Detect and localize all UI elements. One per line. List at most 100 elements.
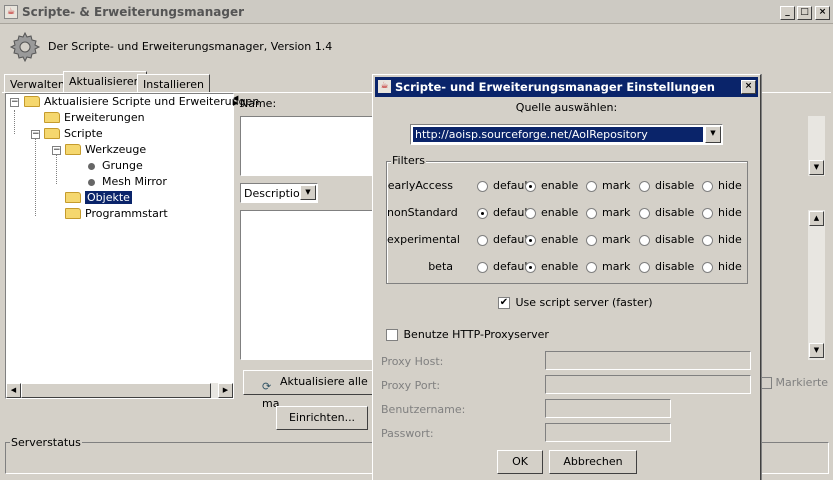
tree-item-erweiterungen[interactable]: Erweiterungen <box>44 110 145 126</box>
tree-item-scripte[interactable]: Scripte <box>44 126 103 142</box>
proxy-port-field[interactable] <box>545 375 751 394</box>
radio-beta-hide[interactable]: hide <box>702 260 742 274</box>
setup-button[interactable]: Einrichten... <box>276 406 368 430</box>
radio-button[interactable] <box>525 234 536 246</box>
tab-aktualisieren[interactable]: Aktualisieren <box>63 71 147 92</box>
radio-button[interactable] <box>586 234 597 246</box>
folder-icon <box>44 111 60 123</box>
scroll-down-icon[interactable]: ▼ <box>809 343 824 358</box>
radio-button[interactable] <box>702 261 713 273</box>
chevron-down-icon[interactable]: ▼ <box>300 185 316 200</box>
radio-experimental-enable[interactable]: enable <box>525 233 578 247</box>
radio-experimental-hide[interactable]: hide <box>702 233 742 247</box>
radio-button[interactable] <box>477 234 488 246</box>
radio-beta-enable[interactable]: enable <box>525 260 578 274</box>
proxy-host-field[interactable] <box>545 351 751 370</box>
radio-button[interactable] <box>525 207 536 219</box>
tree-item-grunge[interactable]: Grunge <box>88 158 143 174</box>
radio-button[interactable] <box>639 261 650 273</box>
window-title: Scripte- & Erweiterungsmanager <box>22 5 245 19</box>
tree-expander[interactable]: − <box>10 98 19 107</box>
radio-experimental-disable[interactable]: disable <box>639 233 694 247</box>
description-vscrollbar[interactable]: ▲ ▼ <box>808 210 825 360</box>
radio-button[interactable] <box>586 261 597 273</box>
tab-installieren[interactable]: Installieren <box>137 74 210 93</box>
folder-icon <box>65 143 81 155</box>
scroll-right-icon[interactable]: ▶ <box>218 383 233 398</box>
radio-nonStandard-mark[interactable]: mark <box>586 206 630 220</box>
radio-button[interactable] <box>702 180 713 192</box>
name-vscrollbar[interactable]: ▼ <box>808 116 825 176</box>
description-dropdown[interactable]: Description ▼ <box>240 183 318 203</box>
radio-experimental-default[interactable]: default <box>477 233 532 247</box>
radio-beta-mark[interactable]: mark <box>586 260 630 274</box>
password-field[interactable] <box>545 423 671 442</box>
tree-hscrollbar[interactable]: ◀ ▶ <box>6 383 233 398</box>
cancel-button[interactable]: Abbrechen <box>549 450 637 474</box>
name-area[interactable] <box>240 116 380 176</box>
description-area[interactable] <box>240 210 380 360</box>
ok-button[interactable]: OK <box>497 450 543 474</box>
radio-button[interactable] <box>639 180 650 192</box>
leaf-icon <box>88 178 95 186</box>
tree-item-programmstart[interactable]: Programmstart <box>65 206 168 222</box>
radio-button[interactable] <box>586 180 597 192</box>
username-field[interactable] <box>545 399 671 418</box>
radio-button[interactable] <box>702 207 713 219</box>
tree-item-mesh-mirror[interactable]: Mesh Mirror <box>88 174 167 190</box>
chevron-down-icon[interactable]: ▼ <box>705 126 721 143</box>
tree-expander[interactable]: − <box>31 130 40 139</box>
checkbox[interactable]: ✔ <box>498 297 510 309</box>
scroll-thumb[interactable] <box>21 383 211 398</box>
checkbox[interactable] <box>386 329 398 341</box>
radio-button[interactable] <box>525 261 536 273</box>
scroll-left-icon[interactable]: ◀ <box>6 383 21 398</box>
radio-nonStandard-disable[interactable]: disable <box>639 206 694 220</box>
radio-button[interactable] <box>477 207 488 219</box>
folder-icon <box>65 207 81 219</box>
radio-button[interactable] <box>639 207 650 219</box>
splitter-handle[interactable]: ◀ ▶ <box>233 95 238 107</box>
close-button[interactable]: × <box>815 6 830 20</box>
marked-checkbox[interactable]: Markierte <box>760 376 828 389</box>
tree-item-werkzeuge[interactable]: Werkzeuge <box>65 142 146 158</box>
filter-label-experimental: experimental <box>387 233 460 246</box>
radio-button[interactable] <box>586 207 597 219</box>
tree-expander[interactable]: − <box>52 146 61 155</box>
name-label: Name: <box>240 97 277 110</box>
radio-nonStandard-default[interactable]: default <box>477 206 532 220</box>
scroll-down-icon[interactable]: ▼ <box>809 160 824 175</box>
http-proxy-checkbox[interactable]: Benutze HTTP-Proxyserver <box>386 328 549 341</box>
radio-button[interactable] <box>702 234 713 246</box>
radio-nonStandard-hide[interactable]: hide <box>702 206 742 220</box>
radio-button[interactable] <box>477 180 488 192</box>
minimize-button[interactable]: _ <box>780 6 795 20</box>
folder-icon <box>44 127 60 139</box>
radio-beta-default[interactable]: default <box>477 260 532 274</box>
scroll-up-icon[interactable]: ▲ <box>809 211 824 226</box>
update-all-button[interactable]: ⟳ Aktualisiere alle ma <box>243 370 378 410</box>
radio-button[interactable] <box>639 234 650 246</box>
radio-earlyAccess-hide[interactable]: hide <box>702 179 742 193</box>
radio-experimental-mark[interactable]: mark <box>586 233 630 247</box>
maximize-button[interactable]: □ <box>797 6 812 20</box>
source-select[interactable]: http://aoisp.sourceforge.net/AoIReposito… <box>410 124 723 145</box>
proxy-port-label: Proxy Port: <box>381 379 441 392</box>
tree-item-root[interactable]: Aktualisiere Scripte und Erweiterungen <box>24 94 259 110</box>
radio-button[interactable] <box>525 180 536 192</box>
tab-verwalten[interactable]: Verwalten <box>4 74 71 93</box>
radio-earlyAccess-disable[interactable]: disable <box>639 179 694 193</box>
radio-earlyAccess-enable[interactable]: enable <box>525 179 578 193</box>
checkbox[interactable] <box>760 377 772 389</box>
tree-item-objekte[interactable]: Objekte <box>65 190 132 206</box>
use-script-server-checkbox[interactable]: ✔ Use script server (faster) <box>498 296 653 309</box>
radio-earlyAccess-mark[interactable]: mark <box>586 179 630 193</box>
window-titlebar: ☕ Scripte- & Erweiterungsmanager _ □ × <box>0 0 833 24</box>
dialog-close-button[interactable]: × <box>741 80 756 94</box>
dialog-title: Scripte- und Erweiterungsmanager Einstel… <box>395 80 715 94</box>
radio-button[interactable] <box>477 261 488 273</box>
radio-nonStandard-enable[interactable]: enable <box>525 206 578 220</box>
radio-beta-disable[interactable]: disable <box>639 260 694 274</box>
java-icon: ☕ <box>4 5 18 19</box>
radio-earlyAccess-default[interactable]: default <box>477 179 532 193</box>
